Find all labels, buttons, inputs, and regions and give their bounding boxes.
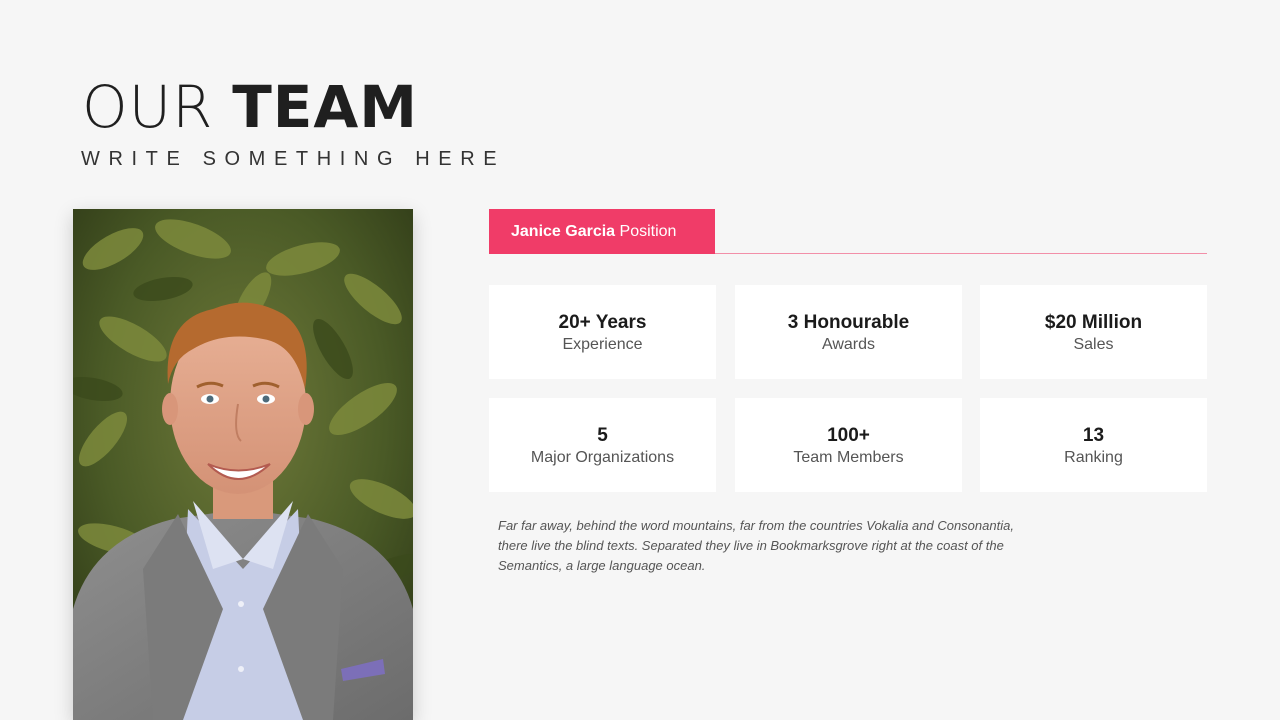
- stat-value: 5: [597, 425, 608, 446]
- member-name: Janice Garcia: [511, 223, 616, 240]
- stat-card-team-members: 100+ Team Members: [735, 398, 962, 492]
- stat-value: 13: [1082, 425, 1105, 446]
- member-description: Far far away, behind the word mountains,…: [498, 518, 1014, 573]
- stat-label: Team Members: [793, 449, 904, 466]
- stat-card-organizations: 5 Major Organizations: [489, 398, 716, 492]
- stat-card-experience: 20+ Years Experience: [489, 285, 716, 379]
- divider-line: [715, 253, 1207, 254]
- stat-label: Awards: [821, 336, 876, 353]
- stat-value: 20+ Years: [558, 312, 647, 333]
- stat-value: 100+: [827, 425, 870, 446]
- stat-label: Ranking: [1064, 449, 1123, 466]
- stat-label: Sales: [1073, 336, 1114, 353]
- stat-card-sales: $20 Million Sales: [980, 285, 1207, 379]
- stat-value: $20 Million: [1044, 312, 1143, 333]
- member-name-tab: Janice Garcia Position: [489, 209, 715, 254]
- stat-card-awards: 3 Honourable Awards: [735, 285, 962, 379]
- page-subtitle: WRITE SOMETHING HERE: [81, 148, 506, 170]
- page-title: OUR TEAM: [82, 70, 418, 142]
- team-member-photo: [73, 209, 413, 720]
- stat-card-ranking: 13 Ranking: [980, 398, 1207, 492]
- member-position: Position: [619, 223, 677, 240]
- portrait-image: [73, 209, 413, 720]
- title-light: OUR: [82, 73, 214, 141]
- title-bold: TEAM: [232, 73, 418, 141]
- stat-label: Major Organizations: [530, 449, 675, 466]
- stat-value: 3 Honourable: [787, 312, 910, 333]
- stat-label: Experience: [562, 336, 643, 353]
